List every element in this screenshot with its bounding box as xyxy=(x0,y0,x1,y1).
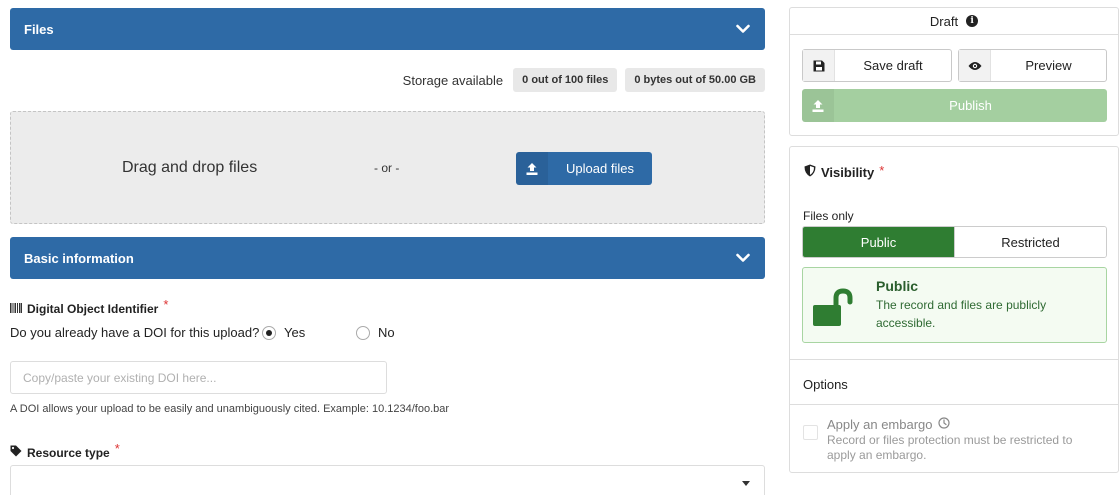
public-description: The record and files are publicly access… xyxy=(876,298,1047,330)
storage-label: Storage available xyxy=(402,72,504,88)
embargo-title: Apply an embargo xyxy=(827,417,950,432)
files-count-badge: 0 out of 100 files xyxy=(513,68,618,92)
divider xyxy=(790,404,1118,405)
visibility-title-text: Visibility xyxy=(821,164,875,180)
restricted-toggle-button[interactable]: Restricted xyxy=(954,227,1106,257)
upload-icon xyxy=(516,152,548,185)
caret-down-icon xyxy=(742,481,750,486)
doi-question: Do you already have a DOI for this uploa… xyxy=(10,325,260,340)
visibility-card: Visibility * Files only Public Restricte… xyxy=(789,146,1119,473)
doi-input[interactable] xyxy=(10,361,387,394)
draft-card: Draft i Save draft Preview Publish xyxy=(789,7,1119,136)
required-marker: * xyxy=(879,162,885,178)
eye-icon xyxy=(959,50,991,81)
radio-unchecked-icon[interactable] xyxy=(356,325,370,340)
chevron-down-icon[interactable] xyxy=(735,250,751,266)
basic-info-accordion-header[interactable]: Basic information xyxy=(10,237,765,279)
upload-icon xyxy=(802,89,834,122)
barcode-icon xyxy=(10,302,22,316)
dropzone-text: Drag and drop files xyxy=(122,159,258,176)
resource-type-select[interactable] xyxy=(10,465,765,495)
basic-info-section-title: Basic information xyxy=(24,250,134,266)
draft-title: Draft xyxy=(929,13,959,29)
public-heading: Public xyxy=(876,278,919,294)
public-info-box: Public The record and files are publicly… xyxy=(802,267,1107,343)
files-only-label: Files only xyxy=(803,209,854,223)
preview-label: Preview xyxy=(1025,58,1072,73)
preview-button[interactable]: Preview xyxy=(958,49,1107,82)
visibility-toggle: Public Restricted xyxy=(802,226,1107,258)
tag-icon xyxy=(10,445,22,460)
publish-button[interactable]: Publish xyxy=(802,89,1107,122)
upload-files-label: Upload files xyxy=(566,161,634,176)
embargo-title-text: Apply an embargo xyxy=(827,417,933,432)
embargo-description: Record or files protection must be restr… xyxy=(827,433,1073,462)
doi-label-text: Digital Object Identifier xyxy=(27,301,159,316)
files-section-title: Files xyxy=(24,21,54,37)
embargo-checkbox[interactable] xyxy=(803,425,818,440)
chevron-down-icon[interactable] xyxy=(735,21,751,37)
doi-yes-label: Yes xyxy=(284,325,306,340)
resource-type-label-text: Resource type xyxy=(27,445,110,460)
doi-radio-no[interactable]: No xyxy=(356,325,395,340)
floppy-disk-icon xyxy=(803,50,835,81)
file-dropzone[interactable]: Drag and drop files - or - Upload files xyxy=(10,111,765,224)
options-label: Options xyxy=(803,377,848,392)
publish-label: Publish xyxy=(949,98,992,113)
radio-checked-icon[interactable] xyxy=(262,325,276,340)
visibility-title: Visibility * xyxy=(804,162,885,180)
shield-icon xyxy=(804,164,816,180)
doi-field-label: Digital Object Identifier * xyxy=(10,297,168,316)
save-draft-button[interactable]: Save draft xyxy=(802,49,952,82)
clock-icon xyxy=(937,417,950,432)
resource-type-label: Resource type * xyxy=(10,441,120,460)
info-icon[interactable]: i xyxy=(966,15,979,27)
files-accordion-header[interactable]: Files xyxy=(10,8,765,50)
unlock-icon xyxy=(811,288,855,328)
draft-card-header: Draft i xyxy=(790,8,1118,35)
public-toggle-button[interactable]: Public xyxy=(803,227,954,257)
doi-radio-yes[interactable]: Yes xyxy=(262,325,305,340)
doi-no-label: No xyxy=(378,325,395,340)
upload-files-button[interactable]: Upload files xyxy=(516,152,652,185)
dropzone-or-separator: - or - xyxy=(374,161,400,175)
required-marker: * xyxy=(163,297,169,312)
divider xyxy=(790,359,1118,360)
doi-help-text: A DOI allows your upload to be easily an… xyxy=(10,403,450,415)
storage-size-badge: 0 bytes out of 50.00 GB xyxy=(625,68,765,92)
required-marker: * xyxy=(114,441,120,456)
save-draft-label: Save draft xyxy=(863,58,923,73)
storage-info: Storage available 0 out of 100 files 0 b… xyxy=(403,68,765,92)
